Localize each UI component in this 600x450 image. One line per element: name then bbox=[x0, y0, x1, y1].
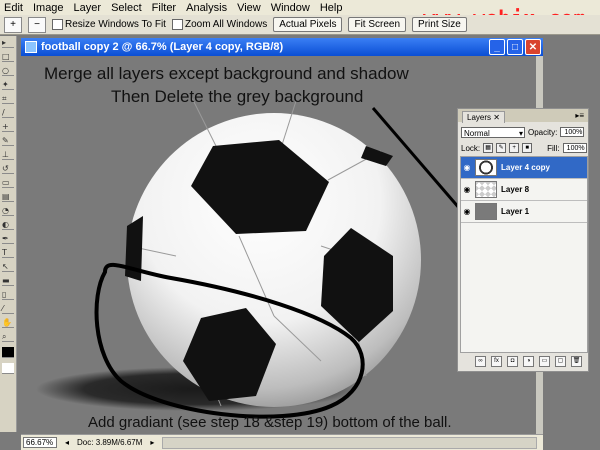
resize-windows-label: Resize Windows To Fit bbox=[65, 19, 166, 30]
stamp-tool-icon[interactable]: ⊥ bbox=[2, 151, 14, 160]
notes-tool-icon[interactable]: ▯ bbox=[2, 291, 14, 300]
horizontal-scrollbar[interactable] bbox=[162, 436, 537, 449]
print-size-button[interactable]: Print Size bbox=[412, 17, 467, 32]
zoom-in-icon[interactable]: + bbox=[4, 16, 22, 33]
lock-row: Lock: ▦ ✎ + ■ Fill: 100% bbox=[458, 141, 588, 155]
layer-list: ◉ Layer 4 copy ◉ Layer 8 ◉ Layer 1 bbox=[460, 156, 588, 353]
options-bar: + − Resize Windows To Fit Zoom All Windo… bbox=[0, 15, 600, 35]
visibility-eye-icon[interactable]: ◉ bbox=[461, 185, 473, 194]
lock-label: Lock: bbox=[461, 143, 481, 153]
zoom-all-windows-checkbox[interactable] bbox=[171, 19, 183, 30]
window-controls: _ □ ✕ bbox=[489, 39, 541, 55]
layer-name: Layer 1 bbox=[501, 207, 530, 216]
foreground-color-swatch[interactable] bbox=[2, 347, 14, 358]
menu-layer[interactable]: Layer bbox=[74, 2, 102, 14]
eyedropper-tool-icon[interactable]: ⁄ bbox=[2, 305, 14, 314]
new-layer-icon[interactable]: ▢ bbox=[555, 356, 566, 367]
opacity-label: Opacity: bbox=[528, 127, 558, 137]
blend-row: Normal Opacity: 100% bbox=[458, 125, 588, 139]
instruction-merge-layers: Merge all layers except background and s… bbox=[44, 64, 409, 83]
layer-name: Layer 4 copy bbox=[501, 163, 550, 172]
layer-mask-icon[interactable]: ◘ bbox=[507, 356, 518, 367]
actual-pixels-button[interactable]: Actual Pixels bbox=[273, 17, 343, 32]
document-title: football copy 2 @ 66.7% (Layer 4 copy, R… bbox=[41, 41, 284, 53]
menu-window[interactable]: Window bbox=[271, 2, 310, 14]
layer-thumbnail bbox=[475, 159, 497, 176]
magic-wand-tool-icon[interactable]: ✦ bbox=[2, 81, 14, 90]
lock-pixels-icon[interactable]: ✎ bbox=[496, 143, 507, 153]
adjustment-layer-icon[interactable]: ◑ bbox=[523, 356, 534, 367]
lasso-tool-icon[interactable]: ○ bbox=[2, 67, 14, 76]
slice-tool-icon[interactable]: / bbox=[2, 109, 14, 118]
visibility-eye-icon[interactable]: ◉ bbox=[461, 207, 473, 216]
layers-panel: Layers ✕ ▸≡ Normal Opacity: 100% Lock: ▦… bbox=[457, 108, 589, 372]
status-arrow-icon[interactable]: ▸ bbox=[150, 438, 154, 447]
layer-row-layer-1[interactable]: ◉ Layer 1 bbox=[461, 201, 587, 223]
shape-tool-icon[interactable]: ▬ bbox=[2, 277, 14, 286]
menu-analysis[interactable]: Analysis bbox=[186, 2, 227, 14]
opacity-field[interactable]: 100% bbox=[560, 127, 585, 137]
blur-tool-icon[interactable]: ◔ bbox=[2, 207, 14, 216]
layer-style-icon[interactable]: fx bbox=[491, 356, 502, 367]
delete-layer-icon[interactable]: 🗑 bbox=[571, 356, 582, 367]
move-tool-icon[interactable]: ▸ bbox=[2, 39, 14, 48]
menu-view[interactable]: View bbox=[237, 2, 261, 14]
history-brush-tool-icon[interactable]: ↺ bbox=[2, 165, 14, 174]
layers-panel-footer: ∞ fx ◘ ◑ ▭ ▢ 🗑 bbox=[458, 356, 588, 369]
menu-image[interactable]: Image bbox=[33, 2, 64, 14]
path-selection-tool-icon[interactable]: ↖ bbox=[2, 263, 14, 272]
maximize-icon[interactable]: □ bbox=[507, 39, 523, 55]
status-menu-icon[interactable]: ◂ bbox=[65, 438, 69, 447]
blend-mode-select[interactable]: Normal bbox=[461, 126, 525, 139]
zoom-tool-icon[interactable]: ⌕ bbox=[2, 333, 14, 342]
fit-screen-button[interactable]: Fit Screen bbox=[348, 17, 407, 32]
panel-menu-icon[interactable]: ▸≡ bbox=[575, 111, 584, 120]
layer-thumbnail bbox=[475, 181, 497, 198]
photoshop-doc-icon bbox=[25, 41, 37, 53]
zoom-all-windows-label: Zoom All Windows bbox=[184, 19, 268, 30]
gradient-tool-icon[interactable]: ▤ bbox=[2, 193, 14, 202]
background-color-swatch[interactable] bbox=[2, 363, 14, 374]
visibility-eye-icon[interactable]: ◉ bbox=[461, 163, 473, 172]
eraser-tool-icon[interactable]: ▭ bbox=[2, 179, 14, 188]
menu-filter[interactable]: Filter bbox=[152, 2, 176, 14]
dodge-tool-icon[interactable]: ◐ bbox=[2, 221, 14, 230]
fill-label: Fill: bbox=[547, 143, 560, 153]
menu-help[interactable]: Help bbox=[320, 2, 343, 14]
resize-windows-option[interactable]: Resize Windows To Fit bbox=[52, 19, 166, 30]
document-size: Doc: 3.89M/6.67M bbox=[77, 438, 143, 447]
menu-edit[interactable]: Edit bbox=[4, 2, 23, 14]
instruction-delete-background: Then Delete the grey background bbox=[111, 87, 364, 106]
layer-row-layer-4-copy[interactable]: ◉ Layer 4 copy bbox=[461, 157, 587, 179]
layer-row-layer-8[interactable]: ◉ Layer 8 bbox=[461, 179, 587, 201]
tab-layers[interactable]: Layers ✕ bbox=[462, 111, 505, 123]
layers-panel-tabs: Layers ✕ ▸≡ bbox=[458, 109, 588, 123]
healing-tool-icon[interactable]: + bbox=[2, 123, 14, 132]
instruction-add-gradient: Add gradiant (see step 18 &step 19) bott… bbox=[88, 414, 452, 431]
menu-select[interactable]: Select bbox=[111, 2, 142, 14]
new-group-icon[interactable]: ▭ bbox=[539, 356, 550, 367]
status-bar: 66.67% ◂ Doc: 3.89M/6.67M ▸ bbox=[21, 434, 543, 450]
minimize-icon[interactable]: _ bbox=[489, 39, 505, 55]
zoom-all-windows-option[interactable]: Zoom All Windows bbox=[171, 19, 268, 30]
zoom-level-field[interactable]: 66.67% bbox=[23, 437, 57, 448]
fill-field[interactable]: 100% bbox=[562, 143, 587, 153]
hand-tool-icon[interactable]: ✋ bbox=[2, 319, 14, 328]
marquee-tool-icon[interactable]: □ bbox=[2, 53, 14, 62]
layer-thumbnail bbox=[475, 203, 497, 220]
lock-transparency-icon[interactable]: ▦ bbox=[483, 143, 494, 153]
crop-tool-icon[interactable]: ⌗ bbox=[2, 95, 14, 104]
zoom-out-icon[interactable]: − bbox=[28, 16, 46, 33]
pen-tool-icon[interactable]: ✒ bbox=[2, 235, 14, 244]
close-icon[interactable]: ✕ bbox=[525, 39, 541, 55]
tools-palette: ▸ □ ○ ✦ ⌗ / + ✎ ⊥ ↺ ▭ ▤ ◔ ◐ ✒ T ↖ ▬ ▯ ⁄ … bbox=[0, 36, 17, 432]
resize-windows-checkbox[interactable] bbox=[52, 19, 63, 30]
document-title-bar[interactable]: football copy 2 @ 66.7% (Layer 4 copy, R… bbox=[21, 38, 543, 56]
layer-name: Layer 8 bbox=[501, 185, 530, 194]
lock-all-icon[interactable]: ■ bbox=[522, 143, 533, 153]
type-tool-icon[interactable]: T bbox=[2, 249, 14, 258]
link-layers-icon[interactable]: ∞ bbox=[475, 356, 486, 367]
lock-position-icon[interactable]: + bbox=[509, 143, 520, 153]
brush-tool-icon[interactable]: ✎ bbox=[2, 137, 14, 146]
